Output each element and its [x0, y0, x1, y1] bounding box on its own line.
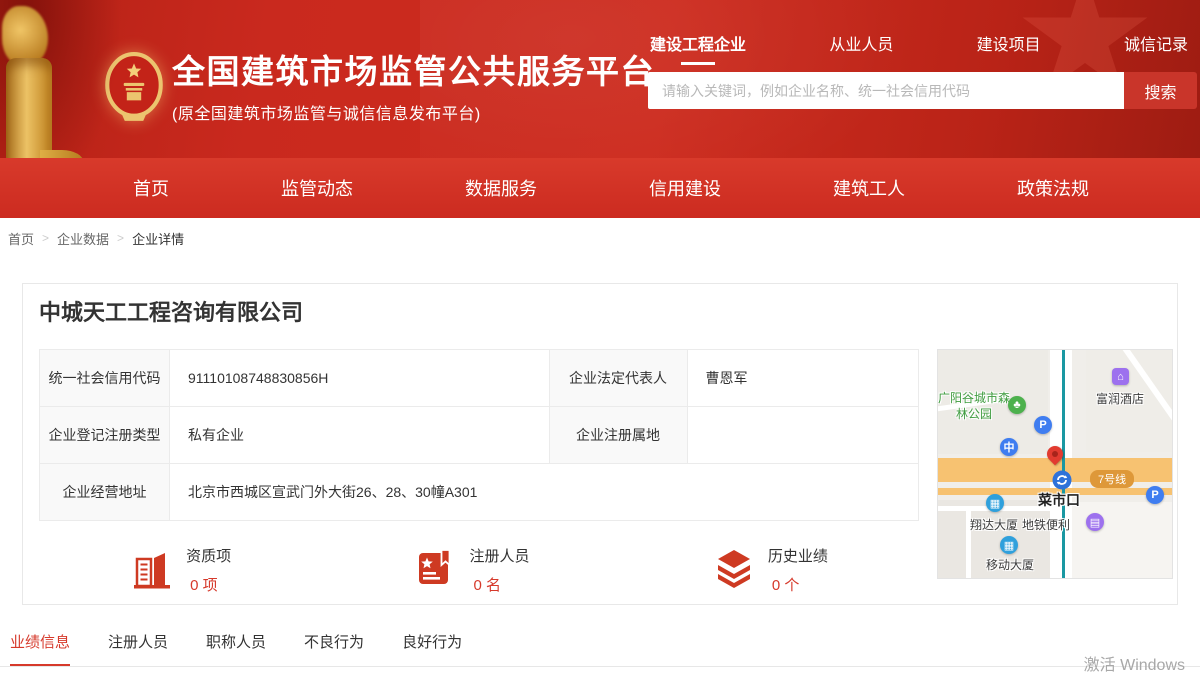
- detail-tabs: 业绩信息 注册人员 职称人员 不良行为 良好行为: [0, 631, 1200, 667]
- stat-qualifications[interactable]: 资质项 0 项: [130, 545, 231, 595]
- stat-value: 0 项: [186, 574, 231, 595]
- stat-label: 历史业绩: [768, 545, 828, 566]
- breadcrumb-separator: >: [42, 231, 49, 245]
- nav-item-workers[interactable]: 建筑工人: [833, 175, 905, 201]
- certificate-icon: [413, 546, 457, 595]
- stat-historical-performance[interactable]: 历史业绩 0 个: [712, 545, 828, 595]
- search-tab-credit[interactable]: 诚信记录: [1124, 31, 1188, 65]
- poi-label-metro-station[interactable]: 菜市口: [1038, 490, 1080, 510]
- field-label: 企业经营地址: [40, 464, 170, 521]
- building-marker-icon[interactable]: ▦: [1000, 536, 1018, 554]
- tab-good-behavior[interactable]: 良好行为: [402, 631, 462, 666]
- poi-label-metro-store[interactable]: 地铁便利: [1022, 516, 1070, 533]
- national-emblem-icon: [103, 50, 165, 124]
- site-header: 全国建筑市场监管公共服务平台 (原全国建筑市场监管与诚信信息发布平台) 建设工程…: [0, 0, 1200, 158]
- field-label: 企业登记注册类型: [40, 407, 170, 464]
- search-category-tabs: 建设工程企业 从业人员 建设项目 诚信记录: [650, 31, 1188, 65]
- location-map[interactable]: 广阳谷城市森林公园 ♣ P 中 ⌂ 富润酒店 菜市口 7号线 P ▦ 翔达大厦 …: [937, 349, 1173, 579]
- windows-activation-watermark: 激活 Windows: [1084, 651, 1185, 675]
- poi-label-park[interactable]: 广阳谷城市森林公园: [938, 390, 1010, 422]
- poi-label-yidong[interactable]: 移动大厦: [986, 556, 1034, 573]
- stat-value: 0 名: [469, 574, 529, 595]
- search-bar: 搜索: [648, 72, 1197, 109]
- main-nav: 首页 监管动态 数据服务 信用建设 建筑工人 政策法规: [0, 158, 1200, 218]
- search-tab-project[interactable]: 建设项目: [977, 31, 1041, 65]
- field-label: 统一社会信用代码: [40, 350, 170, 407]
- field-value-reg-type: 私有企业: [170, 407, 550, 464]
- bank-icon[interactable]: 中: [1000, 438, 1018, 456]
- nav-item-home[interactable]: 首页: [133, 175, 169, 201]
- field-value-reg-region: [688, 407, 918, 464]
- site-subtitle: (原全国建筑市场监管与诚信信息发布平台): [172, 100, 655, 124]
- company-info-table: 统一社会信用代码 91110108748830856H 企业法定代表人 曹恩军 …: [39, 349, 919, 521]
- poi-label-hotel[interactable]: 富润酒店: [1096, 390, 1144, 407]
- nav-item-data-service[interactable]: 数据服务: [465, 175, 537, 201]
- field-value-legal-rep: 曹恩军: [688, 350, 918, 407]
- search-button[interactable]: 搜索: [1124, 72, 1197, 109]
- stat-registered-personnel[interactable]: 注册人员 0 名: [413, 545, 529, 595]
- nav-item-supervision[interactable]: 监管动态: [281, 175, 353, 201]
- company-name: 中城天工工程咨询有限公司: [39, 298, 1173, 328]
- building-marker-icon[interactable]: ▦: [986, 494, 1004, 512]
- park-icon[interactable]: ♣: [1008, 396, 1026, 414]
- breadcrumb-separator: >: [117, 231, 124, 245]
- breadcrumb-home[interactable]: 首页: [8, 229, 34, 248]
- shop-marker-icon[interactable]: ▤: [1086, 513, 1104, 531]
- layers-icon: [712, 546, 756, 595]
- nav-item-policy[interactable]: 政策法规: [1017, 175, 1089, 201]
- company-card: 中城天工工程咨询有限公司 统一社会信用代码 91110108748830856H…: [22, 283, 1178, 605]
- search-tab-enterprise[interactable]: 建设工程企业: [650, 31, 746, 65]
- breadcrumb-enterprise-detail: 企业详情: [132, 229, 184, 248]
- metro-roundel-icon[interactable]: [1052, 470, 1072, 490]
- breadcrumb: 首页 > 企业数据 > 企业详情: [0, 218, 1200, 258]
- poi-label-xiangda[interactable]: 翔达大厦: [970, 516, 1018, 533]
- field-value-credit-code: 91110108748830856H: [170, 350, 550, 407]
- field-value-address: 北京市西城区宣武门外大街26、28、30幢A301: [170, 464, 918, 521]
- site-title: 全国建筑市场监管公共服务平台: [172, 52, 655, 92]
- field-label: 企业法定代表人: [550, 350, 688, 407]
- parking-icon[interactable]: P: [1034, 416, 1052, 434]
- tab-titled-personnel[interactable]: 职称人员: [206, 631, 266, 666]
- metro-line: [1062, 350, 1065, 579]
- tab-performance-info[interactable]: 业绩信息: [10, 631, 70, 666]
- brand: 全国建筑市场监管公共服务平台 (原全国建筑市场监管与诚信信息发布平台): [172, 52, 655, 124]
- stat-label: 注册人员: [469, 545, 529, 566]
- stat-value: 0 个: [768, 574, 828, 595]
- search-tab-personnel[interactable]: 从业人员: [829, 31, 893, 65]
- hotel-icon[interactable]: ⌂: [1112, 368, 1129, 385]
- stat-label: 资质项: [186, 545, 231, 566]
- nav-item-credit[interactable]: 信用建设: [649, 175, 721, 201]
- field-label: 企业注册属地: [550, 407, 688, 464]
- parking-icon[interactable]: P: [1146, 486, 1164, 504]
- huabiao-column-decoration: [0, 0, 100, 158]
- tab-registered-personnel[interactable]: 注册人员: [108, 631, 168, 666]
- breadcrumb-enterprise-data[interactable]: 企业数据: [57, 229, 109, 248]
- building-icon: [130, 546, 174, 595]
- metro-line-badge[interactable]: 7号线: [1090, 470, 1134, 488]
- search-input[interactable]: [648, 72, 1124, 109]
- tab-bad-behavior[interactable]: 不良行为: [304, 631, 364, 666]
- company-stats: 资质项 0 项 注册人员: [39, 545, 919, 595]
